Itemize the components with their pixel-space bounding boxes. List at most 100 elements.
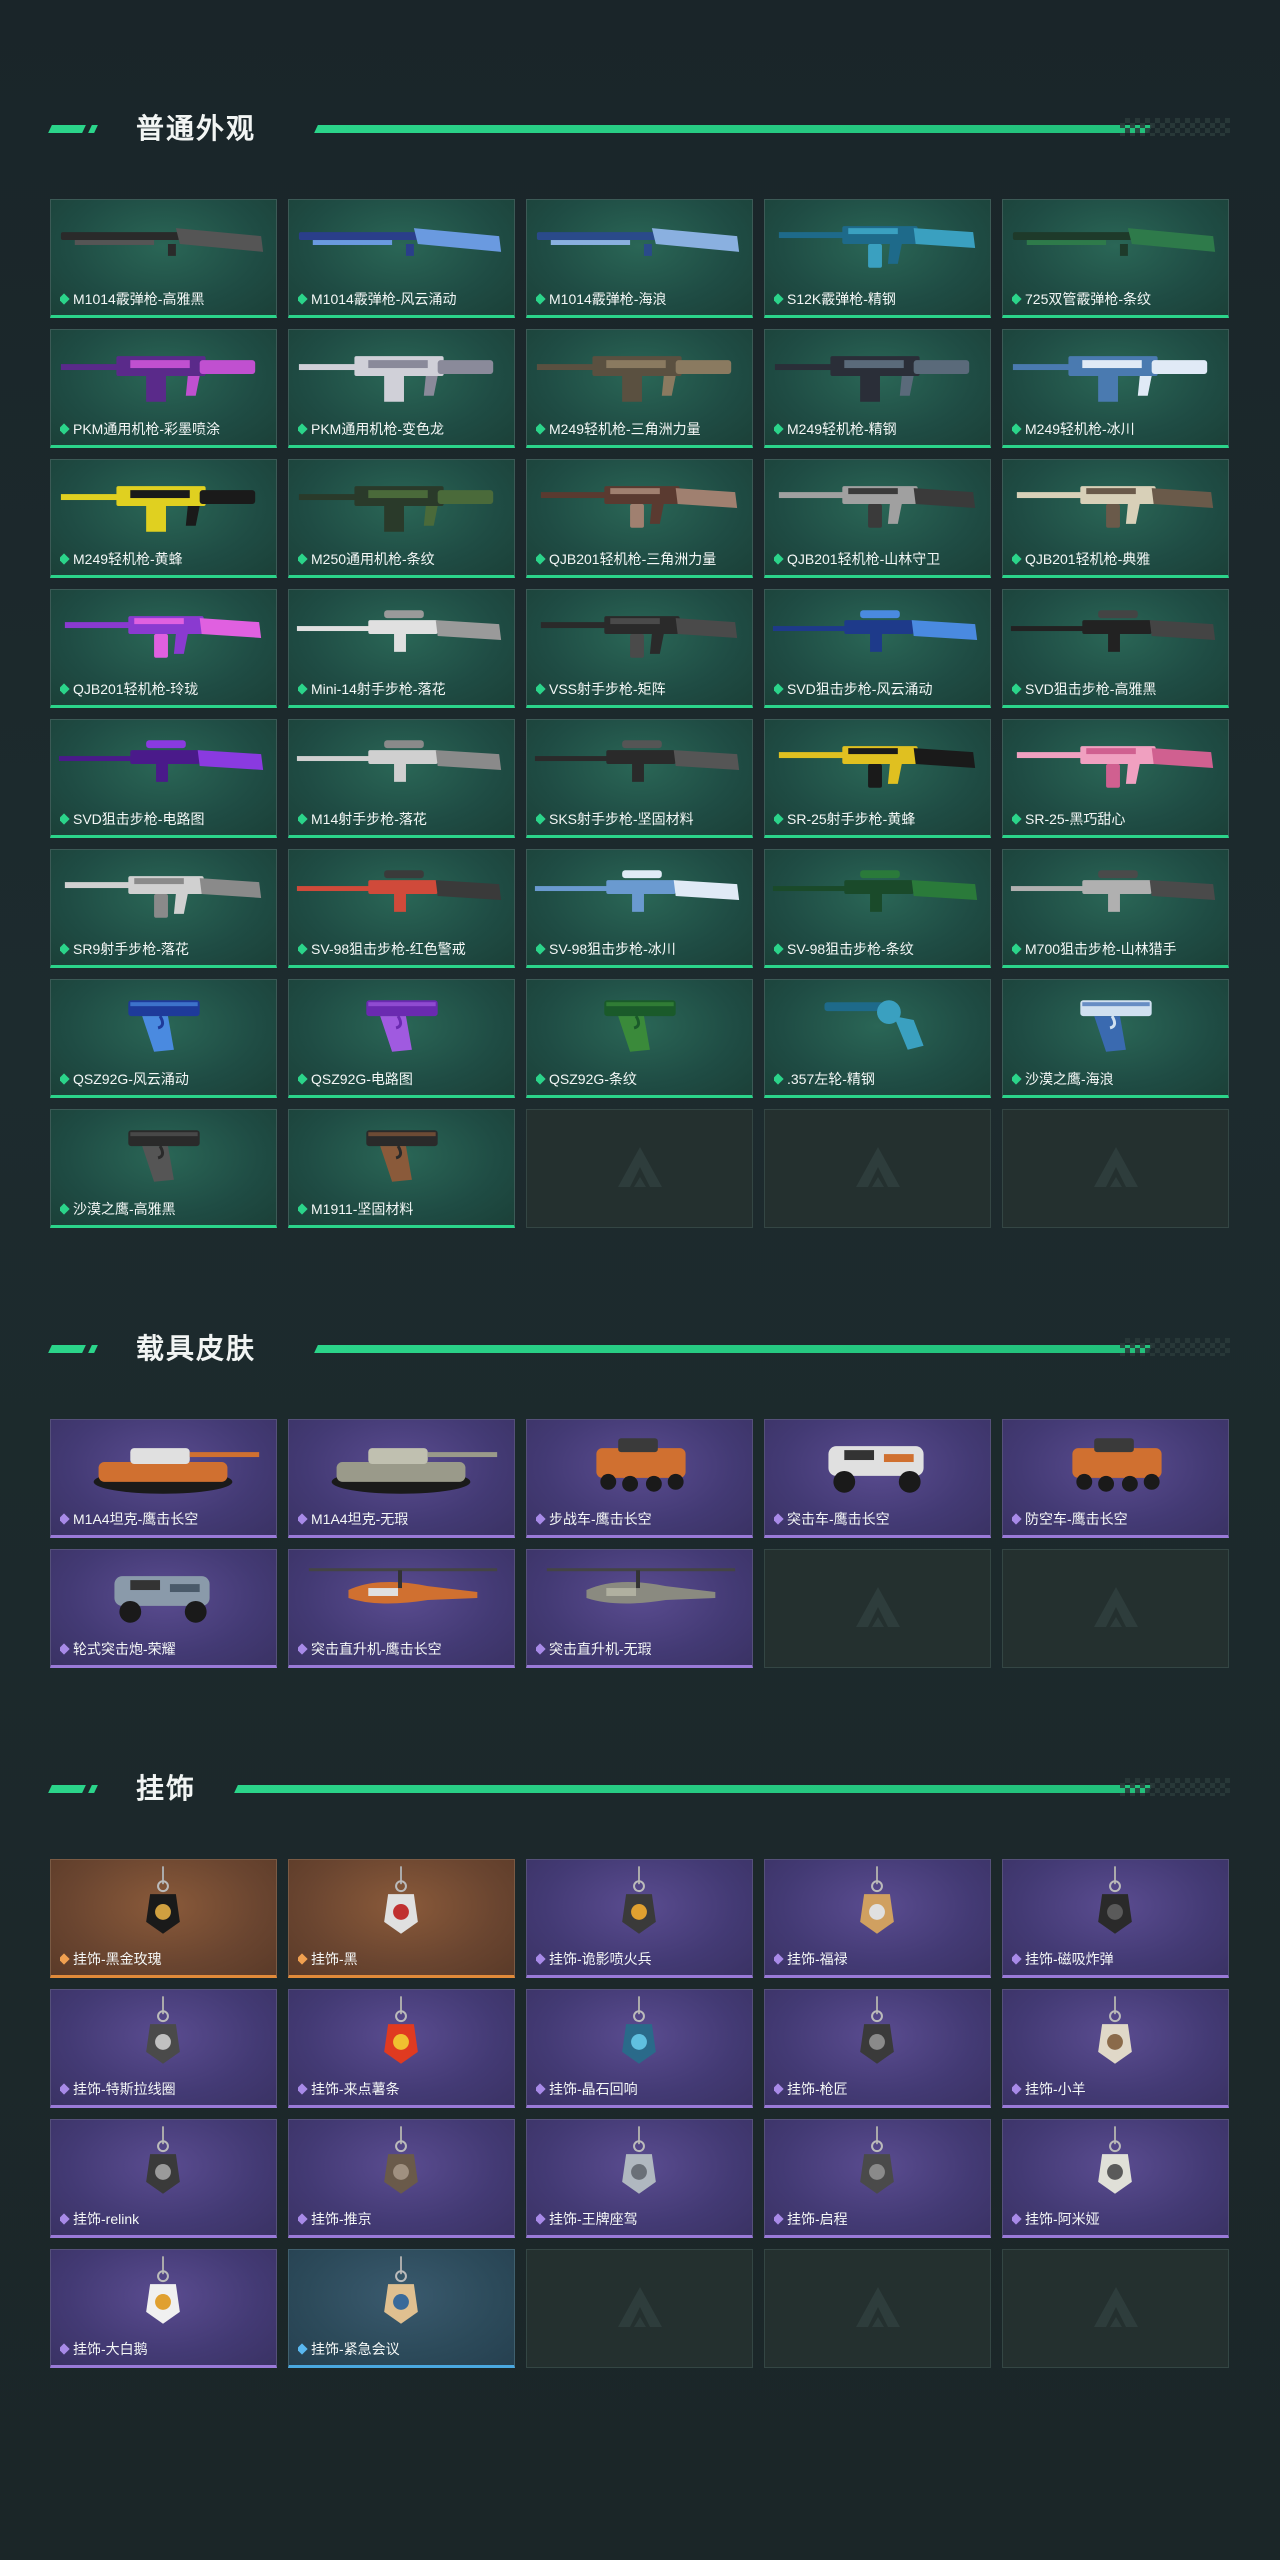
item-card[interactable]: M1014霰弹枪-海浪 (526, 199, 753, 318)
item-card[interactable]: M249轻机枪-冰川 (1002, 329, 1229, 448)
item-card[interactable]: 挂饰-紧急会议 (288, 2249, 515, 2368)
item-card[interactable]: QSZ92G-风云涌动 (50, 979, 277, 1098)
item-name: SVD狙击步枪-高雅黑 (1025, 681, 1157, 697)
placeholder-logo-icon (1093, 2286, 1138, 2327)
vehicle-skin-grid: M1A4坦克-鹰击长空 M1A4坦克-无瑕 步战车-鹰击长空 突击车-鹰击长空 … (50, 1419, 1229, 1668)
item-card[interactable]: 突击直升机-无瑕 (526, 1549, 753, 1668)
rarity-diamond-icon (60, 553, 70, 565)
item-card[interactable]: 挂饰-磁吸炸弹 (1002, 1859, 1229, 1978)
item-card[interactable]: SR-25射手步枪-黄蜂 (764, 719, 991, 838)
item-card[interactable]: QSZ92G-条纹 (526, 979, 753, 1098)
item-card[interactable]: M14射手步枪-落花 (288, 719, 515, 838)
item-label: SVD狙击步枪-电路图 (60, 809, 270, 829)
header-accent (48, 1785, 86, 1793)
item-card[interactable]: QJB201轻机枪-典雅 (1002, 459, 1229, 578)
item-card[interactable]: SVD狙击步枪-风云涌动 (764, 589, 991, 708)
item-name: 突击车-鹰击长空 (787, 1511, 890, 1527)
item-card[interactable]: M700狙击步枪-山林猎手 (1002, 849, 1229, 968)
item-card[interactable]: QSZ92G-电路图 (288, 979, 515, 1098)
rarity-diamond-icon (60, 683, 70, 695)
item-name: QJB201轻机枪-典雅 (1025, 551, 1151, 567)
empty-slot (764, 1549, 991, 1668)
item-card[interactable]: 挂饰-黑 (288, 1859, 515, 1978)
item-name: SV-98狙击步枪-条纹 (787, 941, 914, 957)
item-card[interactable]: VSS射手步枪-矩阵 (526, 589, 753, 708)
item-card[interactable]: SV-98狙击步枪-条纹 (764, 849, 991, 968)
lmg-icon (60, 356, 256, 402)
item-card[interactable]: M249轻机枪-黄蜂 (50, 459, 277, 578)
header-accent (48, 1345, 86, 1353)
item-card[interactable]: 防空车-鹰击长空 (1002, 1419, 1229, 1538)
item-card[interactable]: 挂饰-黑金玫瑰 (50, 1859, 277, 1978)
item-card[interactable]: 挂饰-启程 (764, 2119, 991, 2238)
rarity-diamond-icon (298, 2343, 308, 2355)
placeholder-logo-icon (855, 1146, 900, 1187)
item-name: VSS射手步枪-矩阵 (549, 681, 666, 697)
item-card[interactable]: SVD狙击步枪-电路图 (50, 719, 277, 838)
item-card[interactable]: 挂饰-推京 (288, 2119, 515, 2238)
item-card[interactable]: QJB201轻机枪-三角洲力量 (526, 459, 753, 578)
item-name: QJB201轻机枪-玲珑 (73, 681, 199, 697)
item-label: SV-98狙击步枪-冰川 (536, 939, 746, 959)
item-card[interactable]: PKM通用机枪-彩墨喷涂 (50, 329, 277, 448)
item-card[interactable]: SVD狙击步枪-高雅黑 (1002, 589, 1229, 708)
item-card[interactable]: 挂饰-relink (50, 2119, 277, 2238)
item-card[interactable]: QJB201轻机枪-山林守卫 (764, 459, 991, 578)
item-label: QSZ92G-条纹 (536, 1069, 746, 1089)
rarity-diamond-icon (774, 1073, 784, 1085)
item-name: 挂饰-晶石回响 (549, 2081, 638, 2097)
item-card[interactable]: SV-98狙击步枪-冰川 (526, 849, 753, 968)
weapon-skin-grid: M1014霰弹枪-高雅黑 M1014霰弹枪-风云涌动 M1014霰弹枪-海浪 S… (50, 199, 1229, 1228)
item-card[interactable]: Mini-14射手步枪-落花 (288, 589, 515, 708)
item-card[interactable]: M249轻机枪-精钢 (764, 329, 991, 448)
header-bar (234, 1785, 1152, 1793)
item-card[interactable]: 挂饰-大白鹅 (50, 2249, 277, 2368)
item-card[interactable]: 挂饰-晶石回响 (526, 1989, 753, 2108)
item-card[interactable]: 突击车-鹰击长空 (764, 1419, 991, 1538)
item-card[interactable]: M1A4坦克-无瑕 (288, 1419, 515, 1538)
item-card[interactable]: M250通用机枪-条纹 (288, 459, 515, 578)
item-card[interactable]: 挂饰-诡影喷火兵 (526, 1859, 753, 1978)
item-card[interactable]: 沙漠之鹰-高雅黑 (50, 1109, 277, 1228)
item-card[interactable]: M1014霰弹枪-高雅黑 (50, 199, 277, 318)
rarity-diamond-icon (60, 2083, 70, 2095)
item-card[interactable]: 挂饰-小羊 (1002, 1989, 1229, 2108)
item-card[interactable]: .357左轮-精钢 (764, 979, 991, 1098)
section-title: 普通外观 (136, 113, 257, 144)
item-card[interactable]: 挂饰-特斯拉线圈 (50, 1989, 277, 2108)
item-card[interactable]: SKS射手步枪-坚固材料 (526, 719, 753, 838)
item-card[interactable]: S12K霰弹枪-精钢 (764, 199, 991, 318)
item-card[interactable]: M249轻机枪-三角洲力量 (526, 329, 753, 448)
rarity-diamond-icon (60, 1203, 70, 1215)
item-card[interactable]: 挂饰-阿米娅 (1002, 2119, 1229, 2238)
item-card[interactable]: M1A4坦克-鹰击长空 (50, 1419, 277, 1538)
item-name: 725双管霰弹枪-条纹 (1025, 291, 1152, 307)
lmg-icon (774, 356, 970, 402)
sniper-icon (534, 870, 740, 912)
rifle-icon (540, 486, 738, 528)
empty-slot (1002, 2249, 1229, 2368)
item-card[interactable]: M1911-坚固材料 (288, 1109, 515, 1228)
item-card[interactable]: 挂饰-王牌座驾 (526, 2119, 753, 2238)
item-card[interactable]: 突击直升机-鹰击长空 (288, 1549, 515, 1668)
item-card[interactable]: SV-98狙击步枪-红色警戒 (288, 849, 515, 968)
item-card[interactable]: 挂饰-来点薯条 (288, 1989, 515, 2108)
lmg-icon (298, 486, 494, 532)
item-label: S12K霰弹枪-精钢 (774, 289, 984, 309)
item-card[interactable]: 725双管霰弹枪-条纹 (1002, 199, 1229, 318)
item-card[interactable]: M1014霰弹枪-风云涌动 (288, 199, 515, 318)
charm-icon (622, 2126, 656, 2194)
item-card[interactable]: 步战车-鹰击长空 (526, 1419, 753, 1538)
item-card[interactable]: QJB201轻机枪-玲珑 (50, 589, 277, 708)
item-card[interactable]: 轮式突击炮-荣耀 (50, 1549, 277, 1668)
item-card[interactable]: 挂饰-枪匠 (764, 1989, 991, 2108)
charm-icon (860, 1866, 894, 1934)
item-label: M249轻机枪-冰川 (1012, 419, 1222, 439)
item-card[interactable]: PKM通用机枪-变色龙 (288, 329, 515, 448)
item-card[interactable]: 挂饰-福禄 (764, 1859, 991, 1978)
rarity-diamond-icon (60, 1643, 70, 1655)
item-card[interactable]: 沙漠之鹰-海浪 (1002, 979, 1229, 1098)
item-card[interactable]: SR9射手步枪-落花 (50, 849, 277, 968)
section-header-vehicle-skins: 载具皮肤 (48, 1332, 1230, 1364)
item-card[interactable]: SR-25-黑巧甜心 (1002, 719, 1229, 838)
